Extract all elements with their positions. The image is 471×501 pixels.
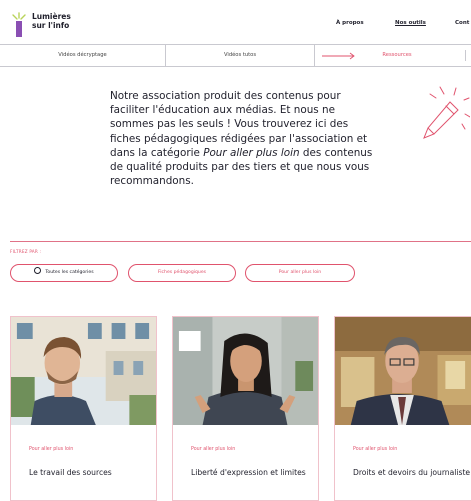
section-divider <box>10 241 471 242</box>
card-title: Liberté d'expression et limites <box>191 468 306 477</box>
pencil-icon <box>423 86 470 139</box>
intro-text-emphasis: Pour aller plus loin <box>203 146 300 159</box>
nav-link-nos-outils[interactable]: Nos outils <box>395 20 426 26</box>
filter-fiches-label: Fiches pédagogiques <box>157 270 207 275</box>
logo-line-1: Lumières <box>32 12 71 21</box>
resource-card[interactable]: Pour aller plus loin Droits et devoirs d… <box>334 316 471 501</box>
card-title: Droits et devoirs du journaliste <box>353 468 471 477</box>
card-category: Pour aller plus loin <box>29 447 74 452</box>
filter-plus-loin-label: Pour aller plus loin <box>278 270 322 275</box>
subnav-item-ressources[interactable]: Ressources <box>366 45 428 66</box>
logo-mark-icon <box>12 12 26 37</box>
card-category: Pour aller plus loin <box>353 447 398 452</box>
card-thumbnail-image <box>173 317 318 425</box>
filter-pour-aller-plus-loin[interactable]: Pour aller plus loin <box>245 264 355 282</box>
radio-icon <box>34 267 42 274</box>
filter-fiches-pedagogiques[interactable]: Fiches pédagogiques <box>128 264 236 282</box>
card-category: Pour aller plus loin <box>191 447 236 452</box>
filter-all-categories[interactable]: Toutes les catégories <box>10 264 118 282</box>
subnav-item-videos-decryptage[interactable]: Vidéos décryptage <box>0 45 166 66</box>
card-title: Le travail des sources <box>29 468 112 477</box>
filter-label: FILTREZ PAR : <box>10 249 42 254</box>
subnav-divider <box>465 50 466 61</box>
card-thumbnail-image <box>11 317 156 425</box>
arrow-right-icon <box>322 52 355 60</box>
resource-card[interactable]: Pour aller plus loin Liberté d'expressio… <box>172 316 319 501</box>
resource-card[interactable]: Pour aller plus loin Le travail des sour… <box>10 316 157 501</box>
site-header: Lumières sur l'info À propos Nos outils … <box>0 0 471 44</box>
card-thumbnail-image <box>335 317 471 425</box>
nav-link-contact[interactable]: Cont <box>455 20 469 26</box>
subnav-item-videos-tutos[interactable]: Vidéos tutos <box>166 45 315 66</box>
sub-navigation: Vidéos décryptage Vidéos tutos Ressource… <box>0 44 471 67</box>
logo-line-2: sur l'info <box>32 21 70 30</box>
site-logo[interactable]: Lumières sur l'info <box>10 12 71 38</box>
intro-paragraph: Notre association produit des contenus p… <box>110 89 378 188</box>
logo-text: Lumières sur l'info <box>32 12 71 30</box>
nav-link-a-propos[interactable]: À propos <box>336 20 364 26</box>
filter-all-label: Toutes les catégories <box>45 270 94 275</box>
